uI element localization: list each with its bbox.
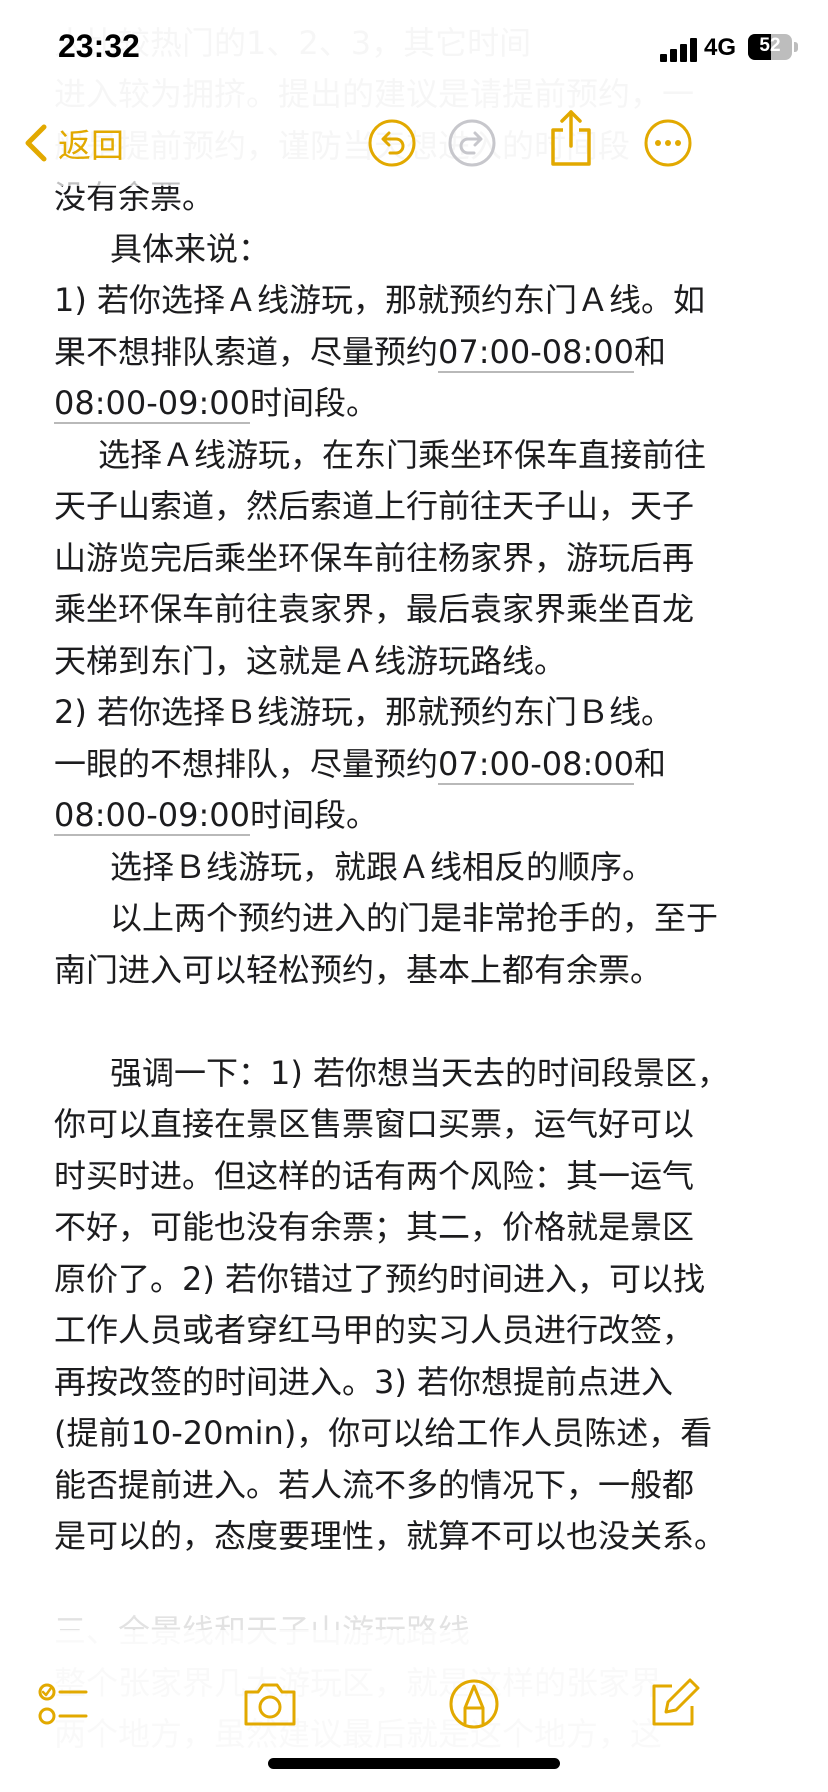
markup-pen-icon[interactable] [446, 1676, 502, 1732]
note-text: 乘坐环保车前往袁家界，最后袁家界乘坐百龙 [54, 590, 695, 628]
note-text: (提前10-20min)，你可以给工作人员陈述，看 [54, 1414, 713, 1452]
note-text: 时买时进。但这样的话有两个风险：其一运气 [54, 1156, 695, 1195]
note-text: 选择Ａ线游玩，在东门乘坐环保车直接前往 [98, 435, 707, 474]
note-line: 08:00-09:00时间段。 [54, 790, 794, 842]
note-text: 和 [634, 332, 667, 371]
note-line: 08:00-09:00时间段。 [54, 378, 794, 430]
battery-cap [794, 42, 798, 52]
more-icon[interactable] [643, 118, 693, 168]
note-line: 不好，可能也没有余票；其二，价格就是景区 [54, 1202, 794, 1254]
note-text: 能否提前进入。若人流不多的情况下，一般都 [54, 1465, 695, 1504]
share-icon[interactable] [545, 108, 597, 168]
cellular-signal-icon [660, 38, 700, 62]
note-text: 一眼的不想排队，尽量预约 [54, 744, 439, 783]
time-range-link[interactable]: 07:00-08:00 [438, 332, 634, 373]
note-text: 工作人员或者穿红马甲的实习人员进行改签， [54, 1311, 695, 1349]
compose-icon[interactable] [646, 1676, 702, 1732]
note-line: 再按改签的时间进入。3) 若你想提前点进入 [54, 1357, 794, 1409]
camera-icon[interactable] [240, 1676, 300, 1732]
battery-icon: 52 [748, 34, 792, 60]
chevron-left-icon [25, 124, 47, 162]
note-line: 强调一下：1) 若你想当天去的时间段景区， [54, 1048, 794, 1100]
note-text: 以上两个预约进入的门是非常抢手的，至于 [110, 899, 719, 937]
checklist-icon[interactable] [36, 1676, 92, 1732]
redo-icon[interactable] [447, 118, 497, 168]
note-text: 天子山索道，然后索道上行前往天子山，天子 [54, 487, 695, 525]
note-line: 以上两个预约进入的门是非常抢手的，至于 [54, 893, 794, 945]
note-text: 是可以的，态度要理性，就算不可以也没关系。 [54, 1517, 727, 1555]
note-line: 你可以直接在景区售票窗口买票，运气好可以 [54, 1099, 794, 1151]
note-line: 2) 若你选择Ｂ线游玩，那就预约东门Ｂ线。 [54, 687, 794, 739]
note-text: 天梯到东门，这就是Ａ线游玩路线。 [54, 641, 567, 680]
note-line: 选择Ａ线游玩，在东门乘坐环保车直接前往 [54, 430, 794, 482]
nav-bar: 返回 [0, 100, 828, 186]
note-line: (提前10-20min)，你可以给工作人员陈述，看 [54, 1408, 794, 1460]
note-line: 天子山索道，然后索道上行前往天子山，天子 [54, 481, 794, 533]
home-indicator[interactable] [268, 1758, 560, 1769]
note-line: 乘坐环保车前往袁家界，最后袁家界乘坐百龙 [54, 584, 794, 636]
status-time: 23:32 [58, 28, 140, 64]
note-text: 和 [634, 744, 667, 783]
note-line: 具体来说： [54, 224, 794, 276]
note-line: 一眼的不想排队，尽量预约07:00-08:00和 [54, 739, 794, 791]
time-range-link[interactable]: 07:00-08:00 [438, 744, 634, 785]
note-line: 选择Ｂ线游玩，就跟Ａ线相反的顺序。 [54, 842, 794, 894]
note-line: 能否提前进入。若人流不多的情况下，一般都 [54, 1460, 794, 1512]
note-line: 山游览完后乘坐环保车前往杨家界，游玩后再 [54, 533, 794, 585]
note-line: 原价了。2) 若你错过了预约时间进入，可以找 [54, 1254, 794, 1306]
note-text: 不好，可能也没有余票；其二，价格就是景区 [54, 1208, 695, 1246]
note-line: 时买时进。但这样的话有两个风险：其一运气 [54, 1151, 794, 1203]
note-line: 天梯到东门，这就是Ａ线游玩路线。 [54, 636, 794, 688]
note-body[interactable]: 没有余票。 具体来说： 1) 若你选择Ａ线游玩，那就预约东门Ａ线。如 果不想排队索道，… [54, 172, 794, 1563]
note-text: 原价了。2) 若你错过了预约时间进入，可以找 [54, 1259, 706, 1298]
back-button[interactable]: 返回 [24, 116, 124, 170]
note-line: 工作人员或者穿红马甲的实习人员进行改签， [54, 1305, 794, 1357]
note-text: 再按改签的时间进入。3) 若你想提前点进入 [54, 1362, 674, 1401]
note-text: 选择Ｂ线游玩，就跟Ａ线相反的顺序。 [110, 847, 655, 886]
note-text: 山游览完后乘坐环保车前往杨家界，游玩后再 [54, 538, 695, 577]
time-range-link[interactable]: 08:00-09:00 [54, 796, 250, 836]
note-line: 是可以的，态度要理性，就算不可以也没关系。 [54, 1511, 794, 1563]
note-line: 南门进入可以轻松预约，基本上都有余票。 [54, 945, 794, 997]
note-text: 南门进入可以轻松预约，基本上都有余票。 [54, 950, 663, 989]
note-line: 果不想排队索道，尽量预约07:00-08:00和 [54, 327, 794, 379]
battery-level: 52 [759, 35, 781, 56]
back-label: 返回 [58, 126, 124, 165]
network-type: 4G [704, 34, 737, 61]
note-text: 时间段。 [249, 384, 378, 422]
note-text: 你可以直接在景区售票窗口买票，运气好可以 [54, 1105, 695, 1143]
note-text: 2) 若你选择Ｂ线游玩，那就预约东门Ｂ线。 [54, 693, 674, 731]
note-text: 具体来说： [110, 229, 271, 268]
time-range-link[interactable]: 08:00-09:00 [54, 384, 250, 424]
status-bar: 23:32 4G 52 [0, 0, 828, 100]
note-text: 时间段。 [249, 796, 378, 834]
note-text: 1) 若你选择Ａ线游玩，那就预约东门Ａ线。如 [54, 281, 706, 319]
undo-icon[interactable] [367, 118, 417, 168]
note-line: 1) 若你选择Ａ线游玩，那就预约东门Ａ线。如 [54, 275, 794, 327]
note-text: 强调一下：1) 若你想当天去的时间段景区， [110, 1053, 730, 1092]
note-text: 果不想排队索道，尽量预约 [54, 332, 439, 371]
